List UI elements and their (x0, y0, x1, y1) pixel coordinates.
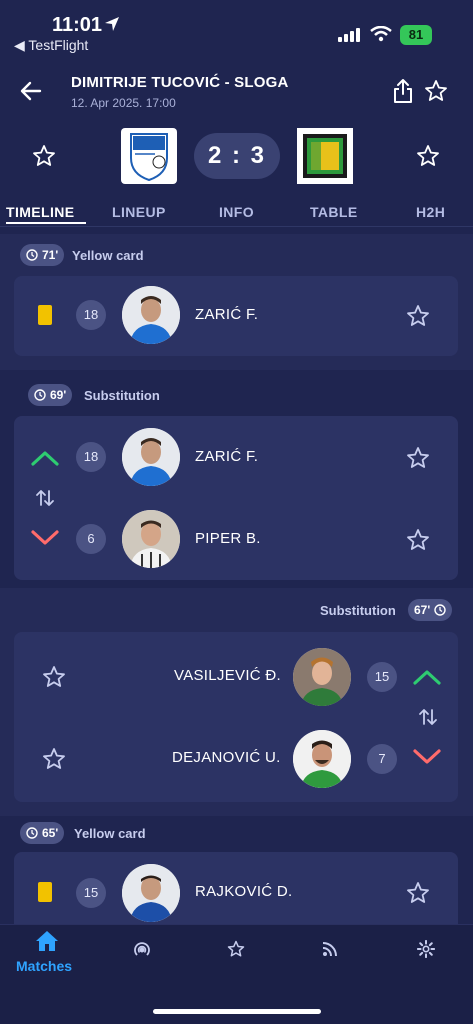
player-name: ZARIĆ F. (195, 448, 259, 465)
sub-in-arrow-icon (31, 451, 59, 466)
event-type-label: Substitution (320, 603, 396, 618)
tab-info[interactable]: INFO (219, 204, 254, 220)
battery-indicator: 81 (400, 25, 432, 45)
favorite-match-star-icon[interactable] (424, 79, 448, 103)
player-number: 15 (367, 662, 397, 692)
player-avatar (122, 510, 180, 568)
tab-table[interactable]: TABLE (310, 204, 358, 220)
event-type-label: Substitution (84, 388, 160, 403)
feed-icon[interactable] (322, 941, 338, 957)
event-type-label: Yellow card (74, 826, 146, 841)
player-avatar (122, 864, 180, 922)
sub-out-arrow-icon (31, 530, 59, 545)
home-icon[interactable] (35, 930, 59, 952)
player-name: VASILJEVIĆ Đ. (174, 667, 281, 684)
player-avatar (293, 648, 351, 706)
match-title: DIMITRIJE TUCOVIĆ - SLOGA (71, 74, 289, 91)
sub-in-arrow-icon (413, 670, 441, 685)
player-number: 18 (76, 442, 106, 472)
event-type-label: Yellow card (72, 248, 144, 263)
active-tab-underline (6, 222, 86, 224)
yellow-card-icon (38, 305, 52, 325)
away-crest-icon (297, 128, 353, 184)
tab-h2h[interactable]: H2H (416, 204, 445, 220)
nav-matches-label[interactable]: Matches (16, 958, 72, 974)
match-date: 12. Apr 2025. 17:00 (71, 96, 176, 110)
settings-icon[interactable] (417, 940, 435, 958)
minute-badge: 71' (20, 244, 65, 266)
tabs-divider (0, 226, 473, 227)
favorite-player-star-icon[interactable] (406, 528, 430, 552)
swap-icon (36, 490, 54, 506)
player-number: 7 (367, 744, 397, 774)
location-arrow-icon (105, 17, 119, 31)
player-photo-icon (122, 510, 180, 568)
home-indicator (153, 1009, 321, 1014)
substitution-card[interactable] (14, 632, 458, 802)
player-number: 15 (76, 878, 106, 908)
minute-text: 65' (42, 826, 59, 840)
player-photo-icon (293, 648, 351, 706)
clock-icon (434, 604, 446, 616)
swap-icon (419, 709, 437, 725)
player-photo-icon (122, 428, 180, 486)
tab-lineup[interactable]: LINEUP (112, 204, 166, 220)
player-photo-icon (122, 286, 180, 344)
clock-icon (26, 827, 38, 839)
minute-badge: 69' (28, 384, 73, 406)
minute-badge: 67' (408, 599, 453, 621)
clock-icon (26, 249, 38, 261)
live-icon[interactable] (132, 940, 152, 960)
favorite-home-team-star-icon[interactable] (32, 144, 56, 168)
wifi-icon (370, 26, 392, 42)
player-name: ZARIĆ F. (195, 306, 259, 323)
player-name: PIPER B. (195, 530, 261, 547)
player-number: 18 (76, 300, 106, 330)
favorite-player-star-icon[interactable] (406, 881, 430, 905)
player-name: DEJANOVIĆ U. (172, 749, 281, 766)
favorite-player-star-icon[interactable] (406, 446, 430, 470)
status-time: 11:01 (52, 14, 103, 36)
player-name: RAJKOVIĆ D. (195, 883, 293, 900)
player-photo-icon (122, 864, 180, 922)
player-avatar (122, 428, 180, 486)
substitution-card[interactable] (14, 416, 458, 580)
share-icon[interactable] (392, 78, 414, 104)
favorite-player-star-icon[interactable] (406, 304, 430, 328)
player-avatar (293, 730, 351, 788)
yellow-card-icon (38, 882, 52, 902)
favorite-player-star-icon[interactable] (42, 747, 66, 771)
back-arrow-icon[interactable] (18, 78, 44, 104)
minute-text: 71' (42, 248, 59, 262)
player-avatar (122, 286, 180, 344)
tab-timeline[interactable]: TIMELINE (6, 204, 75, 220)
minute-badge: 65' (20, 822, 65, 844)
away-team-logo[interactable] (297, 128, 353, 184)
match-score: 2 : 3 (194, 133, 280, 179)
favorite-player-star-icon[interactable] (42, 665, 66, 689)
player-number: 6 (76, 524, 106, 554)
player-photo-icon (293, 730, 351, 788)
back-to-testflight-link[interactable]: ◀ TestFlight (14, 37, 88, 54)
home-team-logo[interactable] (121, 128, 177, 184)
clock-icon (34, 389, 46, 401)
minute-text: 69' (50, 388, 67, 402)
home-crest-icon (130, 133, 168, 182)
star-icon[interactable] (227, 940, 245, 958)
cellular-signal-icon (338, 28, 360, 42)
minute-text: 67' (414, 603, 431, 617)
favorite-away-team-star-icon[interactable] (416, 144, 440, 168)
sub-out-arrow-icon (413, 749, 441, 764)
